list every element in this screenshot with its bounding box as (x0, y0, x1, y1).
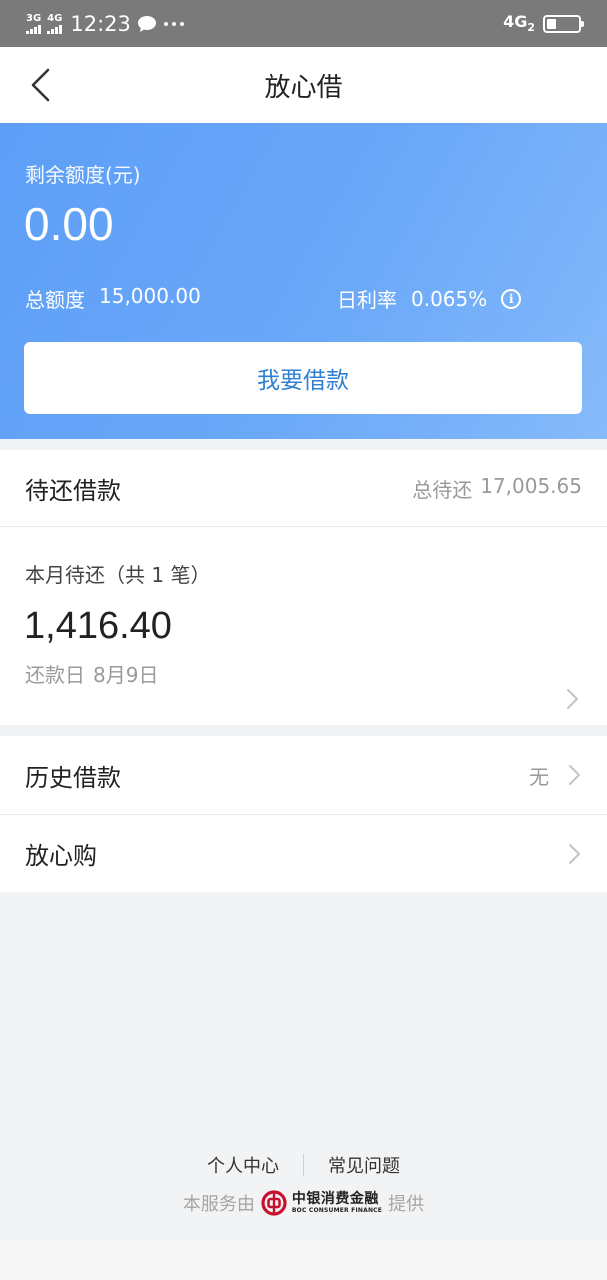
pending-total: 总待还 17,005.65 (412, 474, 582, 503)
worry-free-shop-label: 放心购 (25, 842, 97, 870)
faq-link[interactable]: 常见问题 (304, 1152, 424, 1178)
pending-total-label: 总待还 (412, 477, 473, 502)
pending-title: 待还借款 (25, 476, 121, 505)
page-title: 放心借 (264, 72, 343, 103)
history-loans-label: 历史借款 (25, 763, 121, 792)
status-left: 3G 4G 12:23 (26, 12, 185, 36)
pending-total-value: 17,005.65 (480, 473, 582, 498)
right-network-type: 4G (503, 12, 528, 32)
signal-4g-right-icon: 4G2 (503, 12, 535, 34)
chat-bubble-icon (137, 15, 156, 32)
status-time: 12:23 (70, 11, 131, 36)
boc-emblem-icon (261, 1190, 287, 1216)
daily-rate-label: 日利率 (337, 288, 397, 312)
signal-3g-icon: 3G (26, 12, 42, 34)
pending-header: 待还借款 总待还 17,005.65 (0, 450, 607, 527)
total-credit-label: 总额度 (25, 288, 85, 312)
repayment-date: 还款日 8月9日 (25, 659, 158, 688)
provider-prefix: 本服务由 (182, 1194, 255, 1215)
service-provider: 本服务由 中银消费金融 BOC CONSUMER FINANCE 提供 (0, 1188, 607, 1218)
footer-links: 个人中心 常见问题 (0, 1150, 607, 1180)
history-loans-value: 无 (529, 764, 549, 789)
battery-level (547, 18, 556, 29)
provider-english-name: BOC CONSUMER FINANCE (291, 1207, 383, 1214)
nav-header: 放心借 (0, 47, 607, 123)
repayment-date-label: 还款日 (25, 663, 85, 687)
more-dots-icon (163, 21, 184, 26)
credit-summary-card: 剩余额度(元) 0.00 总额度 15,000.00 日利率 0.065% i … (0, 123, 607, 439)
pending-repayment-section: 待还借款 总待还 17,005.65 本月待还（共 1 笔） 1,416.40 … (0, 450, 607, 725)
worry-free-shop-right (567, 843, 581, 865)
borrow-button[interactable]: 我要借款 (24, 342, 582, 414)
boc-logo: 中银消费金融 BOC CONSUMER FINANCE (261, 1190, 382, 1216)
total-credit: 总额度 15,000.00 (25, 284, 201, 313)
history-loans-right: 无 (529, 761, 581, 790)
history-loans-row[interactable]: 历史借款 无 (0, 736, 607, 814)
boc-text: 中银消费金融 BOC CONSUMER FINANCE (292, 1192, 382, 1214)
chevron-right-icon (569, 765, 580, 785)
daily-rate: 日利率 0.065% i (337, 284, 522, 313)
repayment-date-value: 8月9日 (93, 663, 159, 687)
network-type-2: 4G (47, 12, 63, 24)
status-right: 4G2 (503, 12, 584, 35)
provider-suffix: 提供 (388, 1194, 425, 1215)
back-arrow-icon[interactable] (26, 67, 56, 103)
personal-center-link[interactable]: 个人中心 (183, 1152, 303, 1178)
monthly-repayment-amount: 1,416.40 (24, 605, 172, 647)
battery-icon (543, 14, 584, 33)
status-bar: 3G 4G 12:23 4G2 (0, 0, 607, 47)
provider-name: 中银消费金融 (291, 1191, 379, 1207)
chevron-right-icon (569, 843, 580, 864)
network-type-1: 3G (26, 12, 42, 24)
chevron-right-icon (567, 689, 578, 709)
total-credit-value: 15,000.00 (99, 284, 201, 308)
info-icon[interactable]: i (501, 288, 522, 309)
monthly-repayment-row[interactable]: 本月待还（共 1 笔） 1,416.40 还款日 8月9日 (0, 527, 607, 724)
signal-4g-icon: 4G (47, 12, 63, 34)
right-network-sub: 2 (527, 21, 535, 35)
bottom-bar (0, 1240, 607, 1280)
remaining-credit-amount: 0.00 (24, 198, 114, 250)
remaining-credit-label: 剩余额度(元) (25, 163, 141, 187)
daily-rate-value: 0.065% (411, 286, 488, 311)
worry-free-shop-row[interactable]: 放心购 (0, 814, 607, 892)
monthly-repayment-label: 本月待还（共 1 笔） (25, 563, 211, 587)
menu-list: 历史借款 无 放心购 (0, 736, 607, 892)
